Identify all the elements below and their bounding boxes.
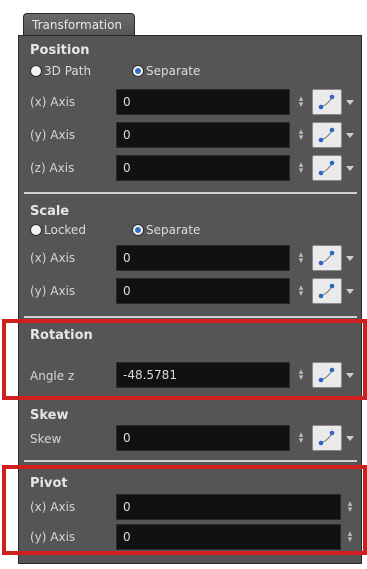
skew-dropdown-icon[interactable]: [346, 436, 354, 441]
bezier-curve-icon: [318, 283, 335, 299]
position-x-field[interactable]: 0: [116, 89, 290, 115]
radio-unselected-icon: [30, 65, 42, 77]
position-x-function-button[interactable]: [312, 89, 342, 115]
skew-spinner-icon[interactable]: ▴ ▾: [297, 431, 305, 446]
skew-function-button[interactable]: [312, 425, 342, 451]
bezier-curve-icon: [318, 94, 335, 110]
rotation-highlight-box: [2, 319, 367, 400]
scale-x-label: (x) Axis: [30, 251, 76, 265]
position-y-spinner-icon[interactable]: ▴ ▾: [297, 128, 305, 143]
radio-selected-icon: [132, 65, 144, 77]
pivot-highlight-box: [2, 465, 367, 555]
section-divider: [24, 192, 357, 194]
skew-label: Skew: [30, 432, 62, 446]
position-z-function-button[interactable]: [312, 155, 342, 181]
position-x-label: (x) Axis: [30, 95, 76, 109]
radio-separate-label: Separate: [146, 223, 201, 237]
position-z-dropdown-icon[interactable]: [346, 166, 354, 171]
bezier-curve-icon: [318, 250, 335, 266]
position-z-label: (z) Axis: [30, 161, 75, 175]
section-divider: [24, 460, 357, 462]
radio-3d-path[interactable]: 3D Path: [30, 64, 91, 78]
position-y-function-button[interactable]: [312, 122, 342, 148]
position-section-title: Position: [30, 43, 90, 58]
position-z-field[interactable]: 0: [116, 155, 290, 181]
position-x-dropdown-icon[interactable]: [346, 100, 354, 105]
scale-x-function-button[interactable]: [312, 245, 342, 271]
radio-3d-path-label: 3D Path: [44, 64, 92, 78]
position-y-field[interactable]: 0: [116, 122, 290, 148]
scale-x-field[interactable]: 0: [116, 245, 290, 271]
tab-transformation[interactable]: Transformation: [23, 13, 135, 35]
scale-y-field[interactable]: 0: [116, 278, 290, 304]
bezier-curve-icon: [318, 430, 335, 446]
radio-selected-icon: [132, 224, 144, 236]
radio-unselected-icon: [30, 224, 42, 236]
position-z-spinner-icon[interactable]: ▴ ▾: [297, 161, 305, 176]
radio-locked-label: Locked: [44, 223, 86, 237]
scale-x-spinner-icon[interactable]: ▴ ▾: [297, 251, 305, 266]
bezier-curve-icon: [318, 127, 335, 143]
position-x-spinner-icon[interactable]: ▴ ▾: [297, 95, 305, 110]
radio-separate[interactable]: Separate: [132, 64, 200, 78]
radio-separate[interactable]: Separate: [132, 223, 200, 237]
position-y-label: (y) Axis: [30, 128, 76, 142]
scale-y-label: (y) Axis: [30, 284, 76, 298]
skew-section-title: Skew: [30, 408, 69, 423]
scale-y-function-button[interactable]: [312, 278, 342, 304]
scale-y-dropdown-icon[interactable]: [346, 289, 354, 294]
skew-field[interactable]: 0: [116, 425, 290, 451]
radio-separate-label: Separate: [146, 64, 201, 78]
radio-locked[interactable]: Locked: [30, 223, 86, 237]
position-y-dropdown-icon[interactable]: [346, 133, 354, 138]
scale-section-title: Scale: [30, 204, 70, 219]
scale-x-dropdown-icon[interactable]: [346, 256, 354, 261]
section-divider: [24, 316, 357, 318]
bezier-curve-icon: [318, 160, 335, 176]
scale-y-spinner-icon[interactable]: ▴ ▾: [297, 284, 305, 299]
